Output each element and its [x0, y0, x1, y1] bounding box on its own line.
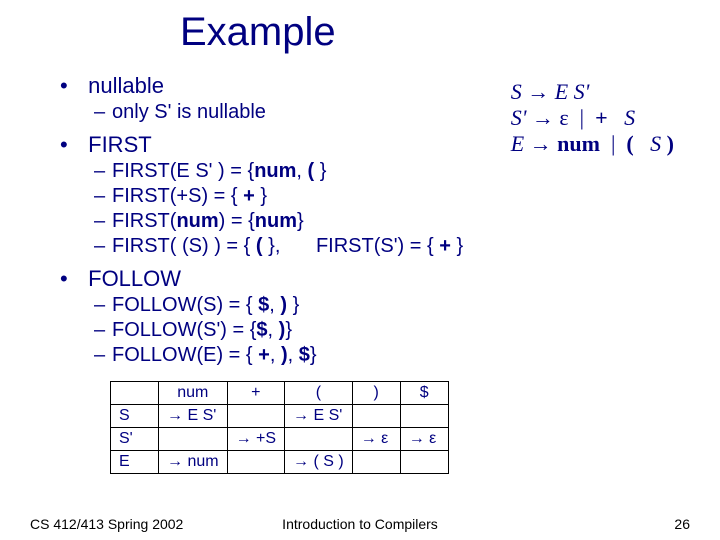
- g3-rhs2-s: S: [639, 131, 667, 156]
- cell: → ( S ): [285, 451, 353, 474]
- follow-item-b: FOLLOW(S') = {$, )}: [94, 319, 481, 342]
- cell: [400, 405, 448, 428]
- cell: [352, 405, 400, 428]
- cell: [285, 428, 353, 451]
- grammar-line-1: S → E S': [511, 79, 674, 105]
- first-item-b: FIRST(+S) = { + }: [94, 185, 481, 208]
- bullet-list-level1: nullable only S' is nullable FIRST FIRST…: [60, 73, 481, 367]
- footer-mid: Introduction to Compilers: [282, 516, 438, 532]
- table-header-lparen: (: [285, 382, 353, 405]
- g3-lhs: E: [511, 131, 524, 156]
- follow-sublist: FOLLOW(S) = { $, ) } FOLLOW(S') = {$, )}…: [60, 294, 481, 367]
- first-item-c: FIRST(num) = {num}: [94, 210, 481, 233]
- footer-right: 26: [674, 516, 690, 532]
- table-row: S → E S' → E S': [111, 405, 449, 428]
- nullable-label: nullable: [88, 73, 164, 98]
- pipe: |: [605, 131, 626, 156]
- table-header-num: num: [159, 382, 228, 405]
- left-column: nullable only S' is nullable FIRST FIRST…: [60, 73, 481, 375]
- cell: [352, 451, 400, 474]
- cell: [227, 451, 284, 474]
- table-header-row: num + ( ) $: [111, 382, 449, 405]
- parse-table: num + ( ) $ S → E S' → E S' S' → +S → ε …: [110, 381, 449, 474]
- cell: → +S: [227, 428, 284, 451]
- table-header-dollar: $: [400, 382, 448, 405]
- grammar-box: S → E S' S' → ε | + S E → num | ( S ): [505, 75, 680, 161]
- g2-lhs: S': [511, 105, 527, 130]
- table-row: S' → +S → ε → ε: [111, 428, 449, 451]
- cell: [400, 451, 448, 474]
- cell: → ε: [352, 428, 400, 451]
- follow-item-c: FOLLOW(E) = { +, ), $}: [94, 344, 481, 367]
- cell: [159, 428, 228, 451]
- cell: → E S': [285, 405, 353, 428]
- rparen-terminal: ): [667, 131, 674, 156]
- footer-left: CS 412/413 Spring 2002: [30, 516, 183, 532]
- g3-rhs1: num: [557, 131, 600, 156]
- g1-rhs: E S': [555, 79, 590, 104]
- cell: → E S': [159, 405, 228, 428]
- first-item-a: FIRST(E S' ) = {num, ( }: [94, 160, 481, 183]
- first-item-d-extra: FIRST(S') = { + }: [316, 235, 463, 258]
- arrow-icon: →: [532, 105, 554, 130]
- row-hdr-E: E: [111, 451, 159, 474]
- bullet-nullable: nullable only S' is nullable: [60, 73, 481, 124]
- grammar-line-2: S' → ε | + S: [511, 105, 674, 131]
- lparen-terminal: (: [626, 131, 633, 156]
- plus-terminal: +: [595, 105, 608, 130]
- cell: → num: [159, 451, 228, 474]
- table-header-rparen: ): [352, 382, 400, 405]
- g2-rhs2: S: [613, 105, 635, 130]
- table-header-blank: [111, 382, 159, 405]
- follow-label: FOLLOW: [88, 266, 181, 291]
- table-row: E → num → ( S ): [111, 451, 449, 474]
- main-columns: nullable only S' is nullable FIRST FIRST…: [60, 73, 680, 375]
- cell: [227, 405, 284, 428]
- arrow-icon: →: [527, 79, 549, 104]
- g2-rhs1: ε |: [559, 105, 589, 130]
- first-item-d: FIRST( (S) ) = { ( }, FIRST(S') = { + }: [94, 235, 481, 258]
- bullet-follow: FOLLOW FOLLOW(S) = { $, ) } FOLLOW(S') =…: [60, 266, 481, 367]
- nullable-sub-item: only S' is nullable: [94, 101, 481, 124]
- slide-title: Example: [180, 10, 680, 55]
- table-header-plus: +: [227, 382, 284, 405]
- grammar-line-3: E → num | ( S ): [511, 131, 674, 157]
- cell: → ε: [400, 428, 448, 451]
- first-label: FIRST: [88, 132, 152, 157]
- g1-lhs: S: [511, 79, 522, 104]
- nullable-sublist: only S' is nullable: [60, 101, 481, 124]
- first-sublist: FIRST(E S' ) = {num, ( } FIRST(+S) = { +…: [60, 160, 481, 258]
- row-hdr-S: S: [111, 405, 159, 428]
- bullet-first: FIRST FIRST(E S' ) = {num, ( } FIRST(+S)…: [60, 132, 481, 258]
- slide-container: Example nullable only S' is nullable FIR…: [0, 0, 720, 540]
- arrow-icon: →: [530, 131, 552, 156]
- footer: CS 412/413 Spring 2002 Introduction to C…: [0, 516, 720, 532]
- follow-item-a: FOLLOW(S) = { $, ) }: [94, 294, 481, 317]
- row-hdr-Sprime: S': [111, 428, 159, 451]
